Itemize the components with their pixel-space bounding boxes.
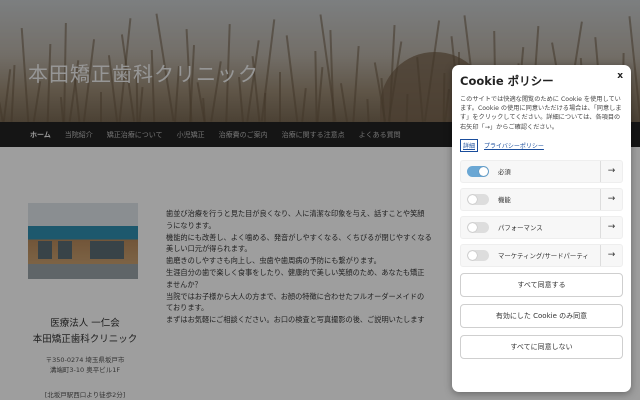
arrow-right-icon[interactable]: →	[600, 216, 622, 238]
toggle-functional[interactable]	[467, 193, 489, 205]
cookie-category-list: 必須 → 機能 → パフォーマンス → マーケティング/サードパーティ →	[460, 159, 623, 267]
privacy-policy-link[interactable]: プライバシーポリシー	[484, 141, 544, 150]
cookie-title: Cookie ポリシー	[460, 74, 554, 88]
accept-all-button[interactable]: すべて同意する	[460, 272, 623, 297]
category-label: パフォーマンス	[498, 223, 543, 232]
category-label: 必須	[498, 167, 511, 176]
reject-all-button[interactable]: すべてに同意しない	[460, 334, 623, 359]
toggle-necessary[interactable]	[467, 165, 489, 177]
arrow-right-icon[interactable]: →	[600, 188, 622, 210]
category-row-necessary: 必須 →	[460, 159, 623, 183]
cookie-dialog: Cookie ポリシー x このサイトでは快適な閲覧のために Cookie を使…	[452, 65, 631, 392]
cookie-buttons: すべて同意する 有効にした Cookie のみ同意 すべてに同意しない	[460, 272, 623, 359]
category-label: マーケティング/サードパーティ	[498, 251, 589, 260]
category-row-marketing: マーケティング/サードパーティ →	[460, 243, 623, 267]
close-icon[interactable]: x	[617, 71, 623, 81]
category-row-functional: 機能 →	[460, 187, 623, 211]
arrow-right-icon[interactable]: →	[600, 244, 622, 266]
category-row-performance: パフォーマンス →	[460, 215, 623, 239]
detail-link[interactable]: 詳細	[460, 138, 479, 152]
cookie-description: このサイトでは快適な閲覧のために Cookie を使用しています。Cookie …	[460, 96, 622, 131]
toggle-performance[interactable]	[467, 221, 489, 233]
arrow-right-icon[interactable]: →	[600, 160, 622, 182]
category-label: 機能	[498, 195, 511, 204]
accept-selected-button[interactable]: 有効にした Cookie のみ同意	[460, 303, 623, 328]
cookie-links: 詳細 プライバシーポリシー	[460, 138, 623, 152]
toggle-marketing[interactable]	[467, 249, 489, 261]
